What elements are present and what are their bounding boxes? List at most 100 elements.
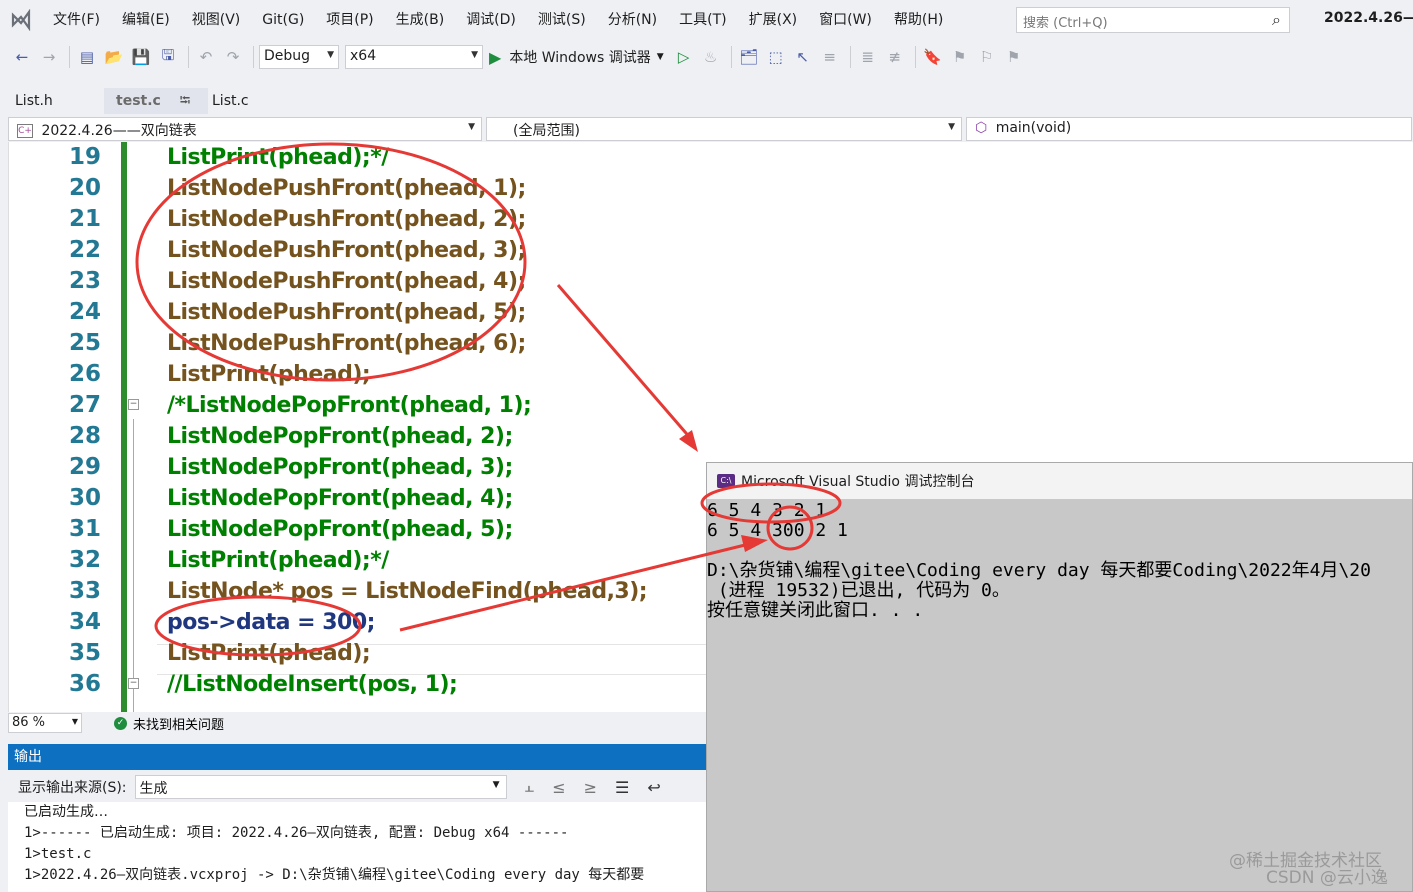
pin-icon[interactable]: ⭾ <box>180 93 191 109</box>
menu-edit[interactable]: 编辑(E) <box>111 0 181 40</box>
prev-bookmark-icon[interactable]: ⚑ <box>948 45 972 69</box>
menu-debug[interactable]: 调试(D) <box>455 0 527 40</box>
start-debugging-button[interactable]: ▶ 本地 Windows 调试器 ▼ <box>489 47 664 67</box>
code-text: ListNodePopFront(phead, 5); <box>167 517 513 542</box>
line-number: 33 <box>68 578 101 604</box>
code-text: pos->data = 300; <box>167 610 375 635</box>
menu-extensions[interactable]: 扩展(X) <box>738 0 809 40</box>
window-title: 2022.4.26— <box>1324 10 1413 26</box>
find-message-icon[interactable]: ⫠ <box>525 777 535 797</box>
menu-window[interactable]: 窗口(W) <box>808 0 883 40</box>
tab-label: List.c <box>212 93 249 109</box>
standard-toolbar: ← → ▤ 📂 💾 🖫 ↶ ↷ Debug ▼ x64 ▼ ▶ 本地 Windo… <box>0 40 1413 74</box>
platform-dropdown[interactable]: x64 ▼ <box>345 45 483 69</box>
console-title-bar[interactable]: C:\ Microsoft Visual Studio 调试控制台 <box>707 463 1412 499</box>
issues-status[interactable]: 未找到相关问题 <box>133 714 224 733</box>
code-text: ListNodePopFront(phead, 3); <box>167 455 513 480</box>
code-line: 20 ListNodePushFront(phead, 1); <box>9 173 1413 204</box>
line-number: 19 <box>68 144 101 170</box>
toolbar-separator <box>69 46 70 68</box>
menu-tools[interactable]: 工具(T) <box>668 0 737 40</box>
window-layout-icon[interactable]: ⬚ <box>764 45 788 69</box>
uncomment-lines-icon[interactable]: ≢ <box>883 45 907 69</box>
tab-test-c[interactable]: test.c ⭾ ✕ <box>104 88 208 135</box>
save-all-icon[interactable]: 🖫 <box>156 45 180 69</box>
editor-status-row: 86 % ▼ ✓ 未找到相关问题 <box>8 712 706 734</box>
chevron-down-icon: ▼ <box>471 50 478 60</box>
toolbar-separator <box>849 46 851 68</box>
next-message-icon[interactable]: ≥ <box>584 778 597 797</box>
comment-lines-icon[interactable]: ≣ <box>856 45 880 69</box>
next-bookmark-icon[interactable]: ⚐ <box>975 45 999 69</box>
code-text: ListNodePushFront(phead, 3); <box>167 238 526 263</box>
output-source-dropdown[interactable]: 生成 ▼ <box>134 775 507 799</box>
code-line: 21 ListNodePushFront(phead, 2); <box>9 204 1413 235</box>
line-number: 30 <box>68 485 101 511</box>
check-circle-icon: ✓ <box>114 716 127 730</box>
format-icon[interactable]: ≡ <box>818 45 842 69</box>
search-input[interactable]: 搜索 (Ctrl+Q) ⌕ <box>1016 7 1290 33</box>
visual-studio-logo-icon[interactable] <box>0 0 42 40</box>
scope-dropdown[interactable]: (全局范围) ▼ <box>486 117 962 141</box>
code-text: ListNodePushFront(phead, 1); <box>167 176 526 201</box>
start-debugging-label: 本地 Windows 调试器 <box>509 50 651 66</box>
navigation-bar: C+ 2022.4.26——双向链表 ▼ (全局范围) ▼ ⬡ main(voi… <box>8 117 1413 141</box>
document-tabs: List.h test.c ⭾ ✕ List.c <box>0 88 320 135</box>
menu-build[interactable]: 生成(B) <box>385 0 456 40</box>
code-line: 22 ListNodePushFront(phead, 3); <box>9 235 1413 266</box>
hot-reload-icon[interactable]: ♨ <box>699 45 723 69</box>
line-number: 20 <box>68 175 101 201</box>
line-number: 24 <box>68 299 101 325</box>
line-number: 22 <box>68 237 101 263</box>
tab-list-h[interactable]: List.h <box>0 88 104 114</box>
member-dropdown[interactable]: ⬡ main(void) <box>966 117 1412 141</box>
start-without-debugging-icon[interactable]: ▷ <box>672 45 696 69</box>
code-text: ListPrint(phead); <box>167 641 371 666</box>
collapse-toggle-icon[interactable]: − <box>128 399 139 410</box>
play-icon: ▶ <box>489 47 502 67</box>
project-dropdown[interactable]: C+ 2022.4.26——双向链表 ▼ <box>8 117 482 141</box>
debug-console-window[interactable]: C:\ Microsoft Visual Studio 调试控制台 6 5 4 … <box>706 462 1413 892</box>
solution-explorer-icon[interactable]: 🗂 <box>737 45 761 69</box>
console-line: D:\杂货铺\编程\gitee\Coding every day 每天都要Cod… <box>707 560 1371 581</box>
code-line: 19 ListPrint(phead);*/ <box>9 142 1413 173</box>
platform-value: x64 <box>350 48 377 64</box>
configuration-value: Debug <box>264 48 311 64</box>
chevron-down-icon: ▼ <box>327 50 334 60</box>
undo-icon[interactable]: ↶ <box>194 45 218 69</box>
menu-git[interactable]: Git(G) <box>251 0 315 40</box>
menu-view[interactable]: 视图(V) <box>181 0 252 40</box>
new-project-icon[interactable]: ▤ <box>75 45 99 69</box>
line-number: 34 <box>68 609 101 635</box>
navigate-back-icon[interactable]: ← <box>10 45 34 69</box>
code-line: 27 − /*ListNodePopFront(phead, 1); <box>9 390 1413 421</box>
console-line: 按任意键关闭此窗口. . . <box>707 600 924 621</box>
tab-list-c[interactable]: List.c <box>208 88 255 114</box>
menu-help[interactable]: 帮助(H) <box>883 0 954 40</box>
zoom-dropdown[interactable]: 86 % ▼ <box>8 713 82 733</box>
clear-all-icon[interactable]: ☰ <box>615 778 629 797</box>
code-text: ListNodePushFront(phead, 5); <box>167 300 526 325</box>
menu-file[interactable]: 文件(F) <box>42 0 111 40</box>
code-text: //ListNodeInsert(pos, 1); <box>167 672 458 697</box>
menu-test[interactable]: 测试(S) <box>527 0 597 40</box>
word-wrap-icon[interactable]: ↩ <box>647 778 660 797</box>
menu-project[interactable]: 项目(P) <box>315 0 384 40</box>
search-icon[interactable]: ⌕ <box>1272 10 1281 30</box>
configuration-dropdown[interactable]: Debug ▼ <box>259 45 339 69</box>
output-toolbar: 显示输出来源(S): 生成 ▼ ⫠ ≤ ≥ ☰ ↩ <box>8 772 706 802</box>
collapse-toggle-icon[interactable]: − <box>128 678 139 689</box>
output-text[interactable]: 已启动生成… 1>------ 已启动生成: 项目: 2022.4.26—双向链… <box>8 802 706 892</box>
bookmark-icon[interactable]: 🔖 <box>921 45 945 69</box>
prev-message-icon[interactable]: ≤ <box>552 778 565 797</box>
navigate-forward-icon[interactable]: → <box>37 45 61 69</box>
code-text: ListNodePushFront(phead, 4); <box>167 269 526 294</box>
step-cursor-icon[interactable]: ↖ <box>791 45 815 69</box>
redo-icon[interactable]: ↷ <box>221 45 245 69</box>
clear-bookmarks-icon[interactable]: ⚑ <box>1002 45 1026 69</box>
menu-analyze[interactable]: 分析(N) <box>597 0 668 40</box>
output-line: 1>test.c <box>24 846 92 862</box>
save-icon[interactable]: 💾 <box>129 45 153 69</box>
open-file-icon[interactable]: 📂 <box>102 45 126 69</box>
output-panel-header[interactable]: 输出 <box>8 744 706 770</box>
